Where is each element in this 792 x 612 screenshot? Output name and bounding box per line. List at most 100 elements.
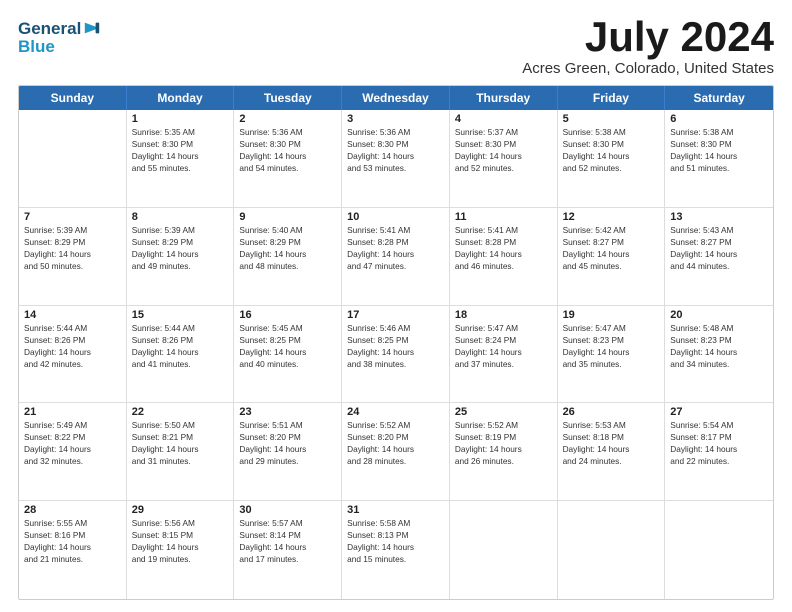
cell-info: and 47 minutes. xyxy=(347,260,444,272)
cell-info: Sunrise: 5:57 AM xyxy=(239,517,336,529)
cell-info: Daylight: 14 hours xyxy=(347,443,444,455)
cal-cell: 23Sunrise: 5:51 AMSunset: 8:20 PMDayligh… xyxy=(234,403,342,500)
cell-info: and 48 minutes. xyxy=(239,260,336,272)
cell-info: Sunrise: 5:38 AM xyxy=(563,126,660,138)
calendar: SundayMondayTuesdayWednesdayThursdayFrid… xyxy=(18,85,774,600)
subtitle: Acres Green, Colorado, United States xyxy=(522,60,774,77)
cell-info: and 50 minutes. xyxy=(24,260,121,272)
cell-info: Sunrise: 5:44 AM xyxy=(132,322,229,334)
cell-info: Sunset: 8:14 PM xyxy=(239,529,336,541)
cell-info: Sunset: 8:25 PM xyxy=(239,334,336,346)
cell-info: Sunrise: 5:43 AM xyxy=(670,224,768,236)
cal-cell: 16Sunrise: 5:45 AMSunset: 8:25 PMDayligh… xyxy=(234,306,342,403)
cell-info: Daylight: 14 hours xyxy=(347,150,444,162)
cell-info: Daylight: 14 hours xyxy=(347,346,444,358)
day-number: 13 xyxy=(670,211,768,223)
cell-info: Daylight: 14 hours xyxy=(24,541,121,553)
cell-info: and 31 minutes. xyxy=(132,455,229,467)
cell-info: Sunset: 8:26 PM xyxy=(24,334,121,346)
calendar-body: 1Sunrise: 5:35 AMSunset: 8:30 PMDaylight… xyxy=(19,110,773,599)
cell-info: Sunrise: 5:45 AM xyxy=(239,322,336,334)
cell-info: Daylight: 14 hours xyxy=(239,443,336,455)
day-number: 16 xyxy=(239,309,336,321)
cell-info: Sunrise: 5:53 AM xyxy=(563,419,660,431)
header-day-monday: Monday xyxy=(127,86,235,110)
cell-info: Sunset: 8:20 PM xyxy=(239,431,336,443)
cell-info: Sunset: 8:30 PM xyxy=(347,138,444,150)
cell-info: Sunrise: 5:46 AM xyxy=(347,322,444,334)
logo: General Blue xyxy=(18,20,101,57)
cell-info: Daylight: 14 hours xyxy=(24,443,121,455)
cell-info: Sunset: 8:22 PM xyxy=(24,431,121,443)
cell-info: Daylight: 14 hours xyxy=(132,541,229,553)
cell-info: Sunrise: 5:36 AM xyxy=(239,126,336,138)
cal-cell: 10Sunrise: 5:41 AMSunset: 8:28 PMDayligh… xyxy=(342,208,450,305)
cell-info: and 26 minutes. xyxy=(455,455,552,467)
cell-info: Daylight: 14 hours xyxy=(455,248,552,260)
cell-info: Sunset: 8:25 PM xyxy=(347,334,444,346)
cal-cell: 15Sunrise: 5:44 AMSunset: 8:26 PMDayligh… xyxy=(127,306,235,403)
cell-info: Daylight: 14 hours xyxy=(239,248,336,260)
day-number: 8 xyxy=(132,211,229,223)
header-day-saturday: Saturday xyxy=(665,86,773,110)
cell-info: and 38 minutes. xyxy=(347,358,444,370)
cell-info: Sunset: 8:29 PM xyxy=(239,236,336,248)
cell-info: Daylight: 14 hours xyxy=(455,346,552,358)
cell-info: Sunrise: 5:56 AM xyxy=(132,517,229,529)
cal-cell: 20Sunrise: 5:48 AMSunset: 8:23 PMDayligh… xyxy=(665,306,773,403)
header-day-tuesday: Tuesday xyxy=(234,86,342,110)
cell-info: Sunset: 8:18 PM xyxy=(563,431,660,443)
cell-info: Sunset: 8:23 PM xyxy=(563,334,660,346)
cell-info: Sunrise: 5:37 AM xyxy=(455,126,552,138)
cell-info: Sunset: 8:23 PM xyxy=(670,334,768,346)
cal-cell: 4Sunrise: 5:37 AMSunset: 8:30 PMDaylight… xyxy=(450,110,558,207)
cal-cell: 22Sunrise: 5:50 AMSunset: 8:21 PMDayligh… xyxy=(127,403,235,500)
day-number: 31 xyxy=(347,504,444,516)
day-number: 3 xyxy=(347,113,444,125)
cell-info: Sunrise: 5:50 AM xyxy=(132,419,229,431)
cal-cell: 5Sunrise: 5:38 AMSunset: 8:30 PMDaylight… xyxy=(558,110,666,207)
cell-info: and 52 minutes. xyxy=(455,162,552,174)
cell-info: Sunrise: 5:47 AM xyxy=(455,322,552,334)
cell-info: and 32 minutes. xyxy=(24,455,121,467)
cal-cell: 1Sunrise: 5:35 AMSunset: 8:30 PMDaylight… xyxy=(127,110,235,207)
cell-info: Daylight: 14 hours xyxy=(563,248,660,260)
cell-info: Sunset: 8:28 PM xyxy=(347,236,444,248)
cell-info: and 53 minutes. xyxy=(347,162,444,174)
cal-cell: 17Sunrise: 5:46 AMSunset: 8:25 PMDayligh… xyxy=(342,306,450,403)
cell-info: and 17 minutes. xyxy=(239,553,336,565)
cell-info: Daylight: 14 hours xyxy=(563,346,660,358)
cell-info: Daylight: 14 hours xyxy=(132,248,229,260)
cal-cell: 31Sunrise: 5:58 AMSunset: 8:13 PMDayligh… xyxy=(342,501,450,599)
cal-cell: 9Sunrise: 5:40 AMSunset: 8:29 PMDaylight… xyxy=(234,208,342,305)
cal-cell: 28Sunrise: 5:55 AMSunset: 8:16 PMDayligh… xyxy=(19,501,127,599)
cal-cell: 19Sunrise: 5:47 AMSunset: 8:23 PMDayligh… xyxy=(558,306,666,403)
cal-cell xyxy=(450,501,558,599)
day-number: 21 xyxy=(24,406,121,418)
cell-info: Sunrise: 5:52 AM xyxy=(455,419,552,431)
cal-cell: 18Sunrise: 5:47 AMSunset: 8:24 PMDayligh… xyxy=(450,306,558,403)
cal-cell: 13Sunrise: 5:43 AMSunset: 8:27 PMDayligh… xyxy=(665,208,773,305)
cell-info: Daylight: 14 hours xyxy=(670,443,768,455)
cal-cell: 25Sunrise: 5:52 AMSunset: 8:19 PMDayligh… xyxy=(450,403,558,500)
cell-info: Daylight: 14 hours xyxy=(563,443,660,455)
cell-info: and 22 minutes. xyxy=(670,455,768,467)
cell-info: Sunset: 8:19 PM xyxy=(455,431,552,443)
day-number: 19 xyxy=(563,309,660,321)
day-number: 11 xyxy=(455,211,552,223)
cell-info: and 41 minutes. xyxy=(132,358,229,370)
cell-info: Sunset: 8:30 PM xyxy=(455,138,552,150)
cell-info: Sunrise: 5:58 AM xyxy=(347,517,444,529)
cell-info: Sunrise: 5:35 AM xyxy=(132,126,229,138)
cal-cell: 30Sunrise: 5:57 AMSunset: 8:14 PMDayligh… xyxy=(234,501,342,599)
cell-info: Daylight: 14 hours xyxy=(670,150,768,162)
cell-info: and 42 minutes. xyxy=(24,358,121,370)
cell-info: and 29 minutes. xyxy=(239,455,336,467)
cell-info: and 37 minutes. xyxy=(455,358,552,370)
cell-info: Daylight: 14 hours xyxy=(455,443,552,455)
day-number: 14 xyxy=(24,309,121,321)
cell-info: Daylight: 14 hours xyxy=(239,150,336,162)
title-block: July 2024 Acres Green, Colorado, United … xyxy=(522,16,774,77)
day-number: 6 xyxy=(670,113,768,125)
day-number: 5 xyxy=(563,113,660,125)
